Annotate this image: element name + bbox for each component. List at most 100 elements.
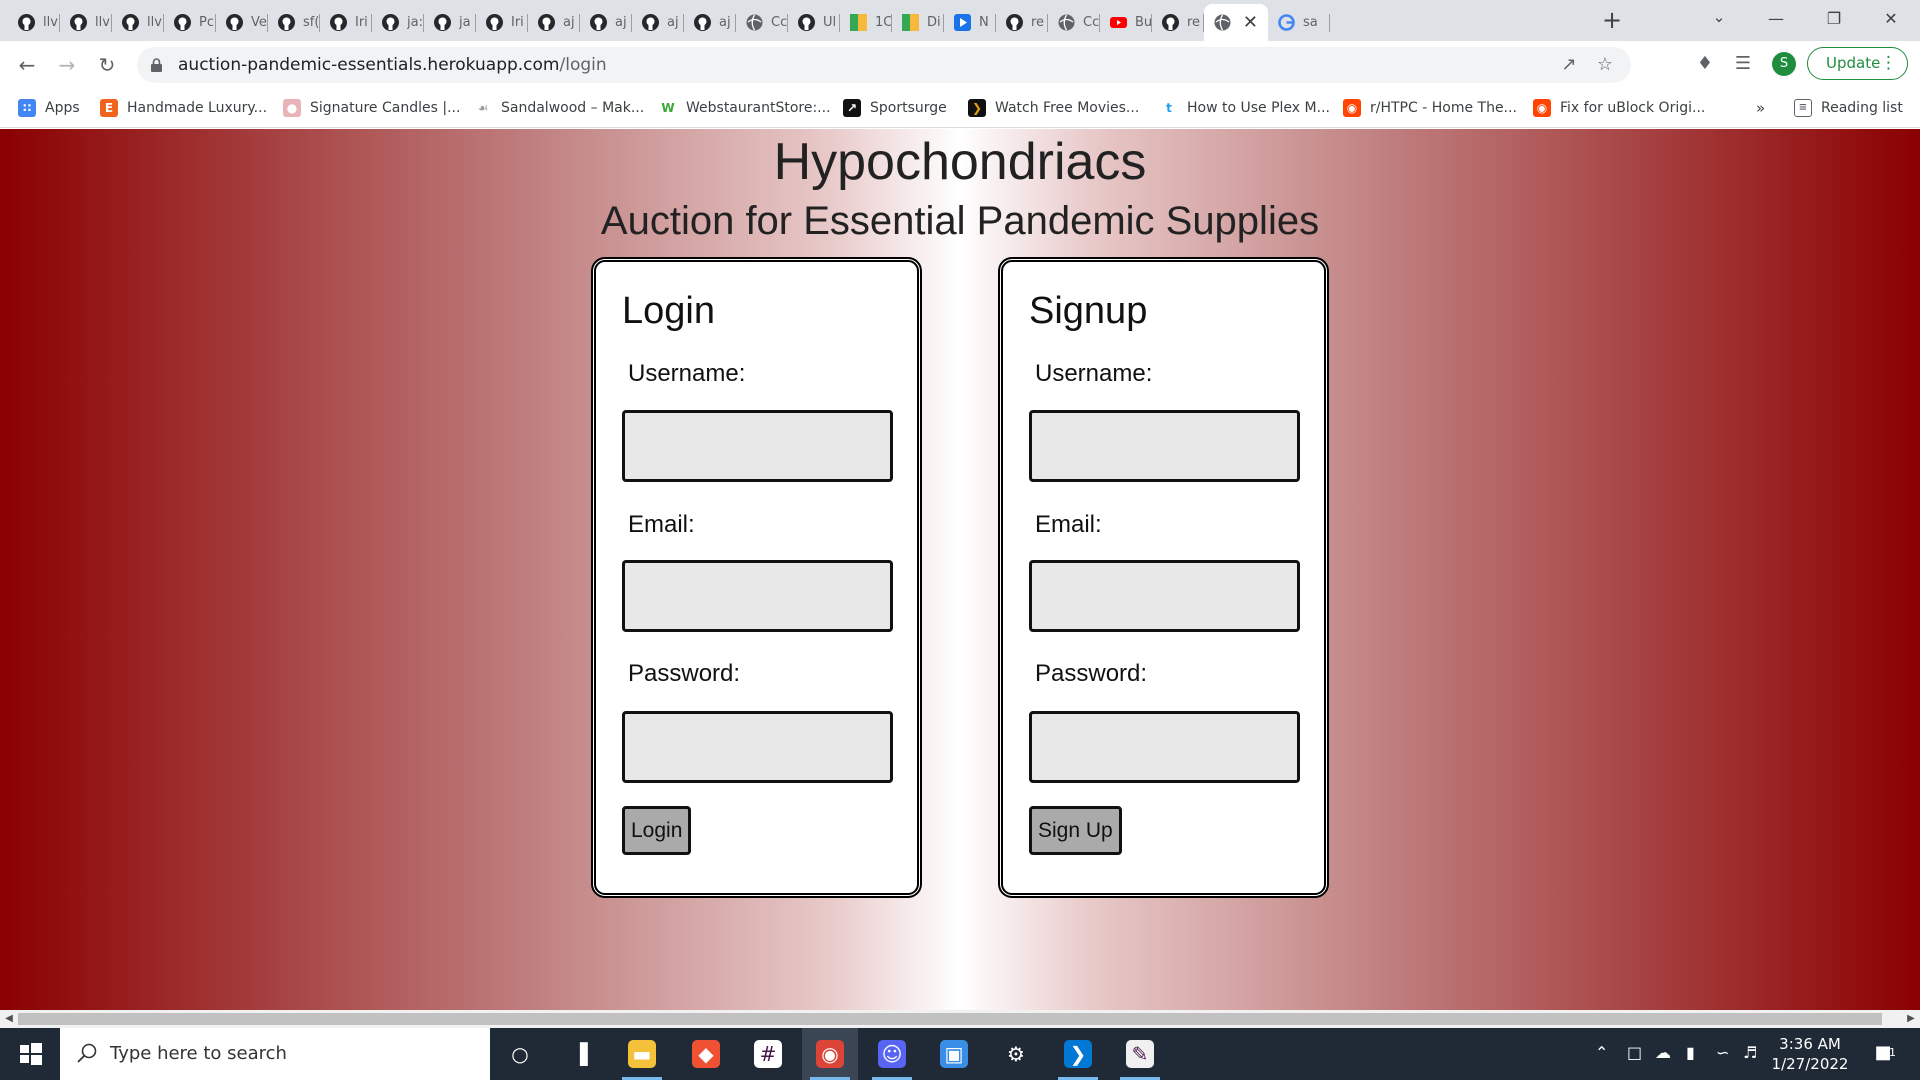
browser-tab[interactable]: Ve [216, 4, 268, 41]
browser-tab[interactable]: aj [684, 4, 736, 41]
browser-tab[interactable]: ja [424, 4, 476, 41]
windows-start-icon[interactable] [0, 1028, 60, 1080]
taskbar-app[interactable]: ▣ [926, 1028, 982, 1080]
browser-tab[interactable]: 1C [840, 4, 892, 41]
browser-tab[interactable]: sa [1268, 4, 1330, 41]
browser-tab[interactable]: Pc [164, 4, 216, 41]
volume-icon[interactable]: ♬ [1743, 1043, 1757, 1062]
taskbar-app[interactable]: ▐ [552, 1028, 608, 1080]
reading-list-button[interactable]: ≡ Reading list [1794, 96, 1903, 120]
github-icon [797, 13, 816, 32]
wifi-icon[interactable]: ∽ [1716, 1043, 1729, 1062]
browser-tab[interactable]: llv [112, 4, 164, 41]
taskbar-app[interactable]: ○ [492, 1028, 548, 1080]
taskbar-app[interactable]: ◆ [678, 1028, 734, 1080]
lock-icon[interactable] [151, 58, 162, 72]
taskbar-app[interactable]: ✎ [1112, 1028, 1168, 1080]
browser-tab[interactable]: sf( [268, 4, 320, 41]
browser-tab[interactable]: Bu [1100, 4, 1152, 41]
bookmark-item[interactable]: ● Signature Candles |... [283, 96, 460, 120]
notification-center-icon[interactable]: ■ 1 [1868, 1038, 1898, 1068]
show-hidden-icons-chevron-icon[interactable]: ⌃ [1595, 1043, 1608, 1062]
url-text[interactable]: auction-pandemic-essentials.herokuapp.co… [178, 55, 607, 75]
signup-username-input[interactable] [1029, 410, 1300, 482]
reload-icon[interactable]: ↻ [92, 50, 122, 80]
browser-tab[interactable]: ✕ [1204, 4, 1268, 41]
taskbar-app[interactable]: # [740, 1028, 796, 1080]
browser-tab[interactable]: llv [60, 4, 112, 41]
git-icon: ◆ [692, 1040, 720, 1068]
scrollbar-thumb[interactable] [18, 1013, 1882, 1025]
google-icon [1277, 13, 1296, 32]
bookmark-item[interactable]: W WebstaurantStore:... [659, 96, 831, 120]
taskbar-app[interactable]: ◉ [802, 1028, 858, 1080]
tab-search-chevron-icon[interactable]: ⌄ [1707, 8, 1731, 32]
browser-tab[interactable]: llv [8, 4, 60, 41]
extensions-puzzle-icon[interactable]: ♦ [1692, 51, 1718, 77]
browser-tab[interactable]: aj [528, 4, 580, 41]
browser-tab[interactable]: Cc [1048, 4, 1100, 41]
bookmark-item[interactable]: t How to Use Plex M... [1160, 96, 1330, 120]
login-button[interactable]: Login [622, 806, 692, 855]
taskbar-app[interactable]: ▬ [614, 1028, 670, 1080]
minimize-icon[interactable]: — [1747, 0, 1805, 38]
login-email-input[interactable] [622, 560, 893, 632]
discord-icon: ☺ [878, 1040, 906, 1068]
browser-tab[interactable]: Iri [476, 4, 528, 41]
login-username-input[interactable] [622, 410, 893, 482]
browser-tab[interactable]: Ul [788, 4, 840, 41]
restore-window-icon[interactable]: ❐ [1805, 0, 1863, 38]
media-queue-icon[interactable]: ☰ [1730, 51, 1756, 77]
meet-now-icon[interactable]: □ [1627, 1043, 1642, 1062]
browser-tab[interactable]: aj [580, 4, 632, 41]
browser-tab[interactable]: aj [632, 4, 684, 41]
bookmark-item[interactable]: ❯ Watch Free Movies... [968, 96, 1139, 120]
clock-date: 1/27/2022 [1771, 1055, 1849, 1073]
close-window-icon[interactable]: ✕ [1862, 0, 1920, 38]
browser-tab[interactable]: N [944, 4, 996, 41]
browser-tab[interactable]: ja: [372, 4, 424, 41]
browser-tab[interactable]: Di [892, 4, 944, 41]
login-password-input[interactable] [622, 711, 893, 783]
battery-icon[interactable]: ▮ [1686, 1043, 1695, 1062]
forward-arrow-icon[interactable]: → [52, 50, 82, 80]
taskbar-app[interactable]: ⚙ [988, 1028, 1044, 1080]
cortana-icon: ○ [511, 1042, 529, 1066]
back-arrow-icon[interactable]: ← [12, 50, 42, 80]
share-icon[interactable]: ↗ [1557, 53, 1581, 77]
tab-title: aj [719, 15, 731, 30]
bookmark-item[interactable]: ∷ Apps [18, 96, 80, 120]
taskbar-app[interactable]: ❯ [1050, 1028, 1106, 1080]
browser-tab[interactable]: Cc [736, 4, 788, 41]
signup-button[interactable]: Sign Up [1029, 806, 1122, 855]
bookmark-star-icon[interactable]: ☆ [1593, 53, 1617, 77]
signup-password-input[interactable] [1029, 711, 1300, 783]
update-button[interactable]: Update ⋮ [1807, 47, 1908, 80]
bookmark-item[interactable]: ◉ Fix for uBlock Origi... [1533, 96, 1705, 120]
onedrive-cloud-icon[interactable]: ☁ [1655, 1043, 1671, 1062]
bookmark-label: How to Use Plex M... [1187, 100, 1330, 116]
bookmark-item[interactable]: E Handmade Luxury... [100, 96, 267, 120]
bookmark-item[interactable]: ☙ Sandalwood – Mak... [474, 96, 644, 120]
taskbar-app[interactable]: ☺ [864, 1028, 920, 1080]
system-clock[interactable]: 3:36 AM 1/27/2022 [1765, 1034, 1855, 1074]
new-tab-button[interactable]: + [1598, 6, 1626, 34]
signup-email-label: Email: [1035, 511, 1102, 538]
browser-tab[interactable]: Iri [320, 4, 372, 41]
taskbar-search-box[interactable]: Type here to search [60, 1028, 490, 1080]
scroll-right-arrow-icon[interactable]: ▶ [1902, 1010, 1920, 1028]
horizontal-scrollbar[interactable]: ◀ ▶ [0, 1010, 1920, 1028]
bookmark-item[interactable]: ↗ Sportsurge [843, 96, 947, 120]
profile-avatar[interactable]: S [1772, 52, 1796, 76]
more-menu-icon[interactable]: ⋮ [1880, 48, 1897, 79]
close-tab-icon[interactable]: ✕ [1243, 12, 1258, 33]
signup-email-input[interactable] [1029, 560, 1300, 632]
browser-toolbar: ← → ↻ auction-pandemic-essentials.heroku… [0, 41, 1920, 88]
bookmark-item[interactable]: ◉ r/HTPC - Home The... [1343, 96, 1517, 120]
browser-tab[interactable]: re [1152, 4, 1204, 41]
reddit-icon: ◉ [1533, 99, 1551, 117]
bookmarks-overflow-chevron-icon[interactable]: » [1756, 96, 1765, 120]
scroll-left-arrow-icon[interactable]: ◀ [0, 1010, 18, 1028]
address-bar[interactable]: auction-pandemic-essentials.herokuapp.co… [137, 47, 1631, 83]
browser-tab[interactable]: re [996, 4, 1048, 41]
